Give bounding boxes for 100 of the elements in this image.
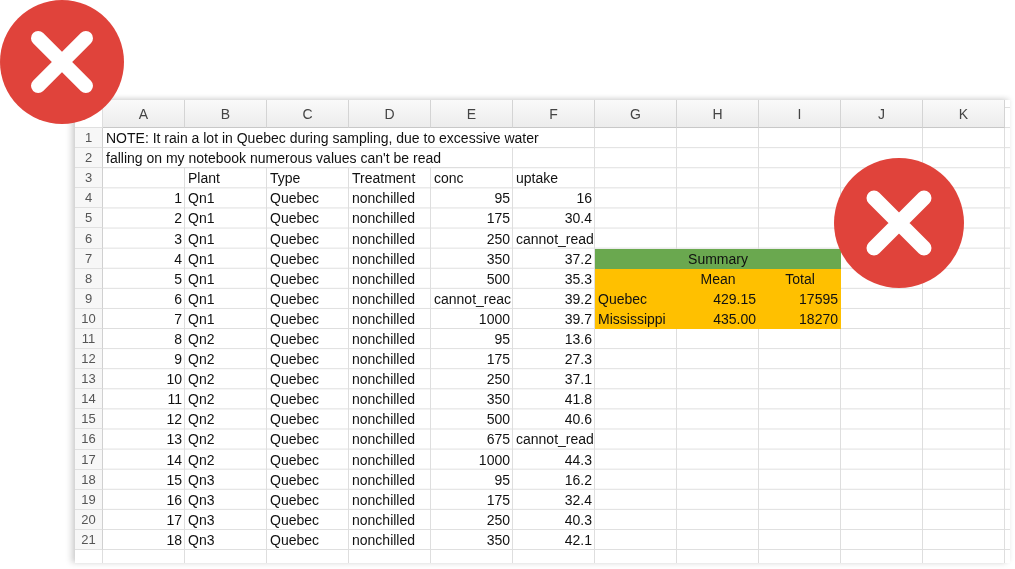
table-cell-text: 39.7	[563, 309, 593, 329]
table-cell-text: 7	[173, 309, 183, 329]
row-header[interactable]: 10	[75, 308, 103, 329]
table-cell-text: 95	[493, 470, 511, 490]
table-cell-text: 14	[165, 450, 183, 470]
table-cell-text: nonchilled	[351, 330, 417, 349]
column-header[interactable]: A	[103, 100, 185, 128]
column-header[interactable]: B	[185, 100, 267, 128]
table-cell-text: Quebec	[269, 189, 321, 209]
table-cell-text: nonchilled	[351, 189, 417, 209]
table-cell-text: Qn2	[187, 350, 216, 370]
table-cell-text: nonchilled	[351, 289, 417, 309]
table-cell-text: nonchilled	[351, 430, 417, 450]
row-header[interactable]: 8	[75, 268, 103, 289]
table-cell-text: 8	[173, 330, 183, 349]
table-cell-text: nonchilled	[351, 249, 417, 269]
row-header[interactable]: 16	[75, 429, 103, 450]
table-cell-text: 18	[165, 530, 183, 550]
table-cell-text: 350	[485, 249, 511, 269]
row-header[interactable]: 19	[75, 489, 103, 510]
summary-title: Summary	[595, 248, 841, 269]
table-cell-text: 175	[485, 490, 511, 510]
row-header[interactable]: 5	[75, 208, 103, 229]
table-cell-text: 10	[165, 370, 183, 390]
column-header[interactable]: F	[513, 100, 595, 128]
row-header[interactable]: 2	[75, 148, 103, 169]
row-header[interactable]: 21	[75, 529, 103, 550]
table-cell-text: 5	[173, 269, 183, 289]
table-cell-text: Quebec	[269, 209, 321, 229]
table-cell-text: 40.3	[563, 510, 593, 530]
table-cell-text: 35.3	[563, 269, 593, 289]
table-cell-text: Plant	[187, 169, 221, 189]
table-cell: 435.00	[677, 308, 759, 329]
table-cell-text: 11	[166, 390, 183, 410]
column-header[interactable]: I	[759, 100, 841, 128]
table-cell-text: 16	[165, 490, 183, 510]
row-header[interactable]: 12	[75, 349, 103, 370]
column-header[interactable]: D	[349, 100, 431, 128]
column-header[interactable]: J	[841, 100, 923, 128]
table-cell-text: 17	[165, 510, 183, 530]
table-cell-text: 32.4	[563, 490, 593, 510]
table-cell-text: Qn3	[187, 510, 216, 530]
row-header[interactable]: 13	[75, 369, 103, 390]
row-header[interactable]: 17	[75, 449, 103, 470]
table-cell-text: 350	[485, 530, 511, 550]
table-cell-text: 1	[173, 189, 183, 209]
table-cell-text: nonchilled	[351, 350, 417, 370]
table-cell-text: 44.3	[563, 450, 593, 470]
table-cell-text: Quebec	[269, 269, 321, 289]
table-cell-text: Qn1	[187, 309, 216, 329]
table-cell-text: Quebec	[269, 450, 321, 470]
row-header[interactable]: 9	[75, 288, 103, 309]
column-header[interactable]: C	[267, 100, 349, 128]
column-header[interactable]: H	[677, 100, 759, 128]
table-cell-text: nonchilled	[351, 390, 417, 410]
note-text: NOTE: It rain a lot in Quebec during sampling, due to excessive water	[103, 128, 595, 149]
column-header[interactable]: K	[923, 100, 1005, 128]
table-cell-text: 40.6	[563, 410, 593, 430]
table-cell-text: Qn2	[187, 330, 216, 349]
table-cell-text: Type	[269, 169, 302, 189]
table-cell-text: nonchilled	[351, 269, 417, 289]
table-cell-text: Qn1	[187, 189, 216, 209]
table-cell-text: Qn1	[187, 209, 216, 229]
table-cell-text: 16	[575, 189, 593, 209]
row-header[interactable]: 1	[75, 128, 103, 149]
table-cell: 429.15	[677, 288, 759, 309]
table-cell: Mississippi	[595, 308, 677, 329]
table-cell-text: cannot_reac	[433, 289, 513, 309]
row-header[interactable]: 15	[75, 409, 103, 430]
table-cell-text: Quebec	[269, 390, 321, 410]
table-cell-text: 1000	[477, 450, 511, 470]
table-cell-text: nonchilled	[351, 410, 417, 430]
table-cell-text: Qn2	[187, 450, 216, 470]
row-header[interactable]: 3	[75, 168, 103, 189]
row-header[interactable]: 7	[75, 248, 103, 269]
table-cell-text: 95	[493, 189, 511, 209]
row-header[interactable]: 6	[75, 228, 103, 249]
column-header[interactable]: G	[595, 100, 677, 128]
row-header[interactable]: 14	[75, 389, 103, 410]
table-cell-text: conc	[433, 169, 465, 189]
table-cell: 17595	[759, 288, 841, 309]
table-cell-text: 95	[493, 330, 511, 349]
table-cell-text: cannot_read	[515, 229, 595, 249]
table-cell-text: uptake	[515, 169, 560, 189]
table-cell-text: Treatment	[351, 169, 417, 189]
row-header[interactable]: 18	[75, 469, 103, 490]
table-cell-text: Quebec	[269, 330, 321, 349]
table-cell: Total	[759, 268, 841, 289]
table-cell-text: Quebec	[269, 249, 321, 269]
row-header[interactable]: 20	[75, 509, 103, 530]
table-cell-text: 13	[165, 430, 183, 450]
table-cell-text: Quebec	[269, 410, 321, 430]
row-header[interactable]: 4	[75, 188, 103, 209]
table-cell-text: Qn1	[187, 249, 216, 269]
table-cell-text: Qn3	[187, 530, 216, 550]
column-header[interactable]: E	[431, 100, 513, 128]
table-cell-text: 16.2	[563, 470, 593, 490]
row-header[interactable]: 11	[75, 328, 103, 350]
table-cell-text: 30.4	[563, 209, 593, 229]
table-cell-text: 175	[485, 350, 511, 370]
